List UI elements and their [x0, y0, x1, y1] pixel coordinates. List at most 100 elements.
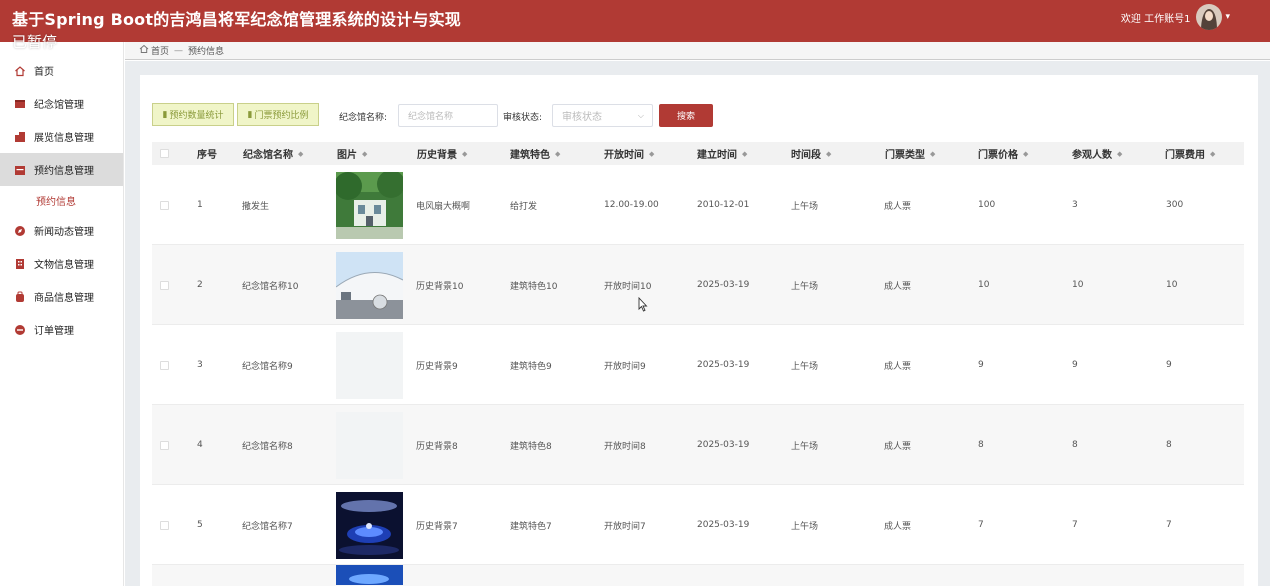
table-row[interactable]: 2 纪念馆名称10 历史背景10 建筑特色10 开放时间10 2025-03-19 上午场 成…	[152, 245, 1244, 325]
sidebar-item-memorial[interactable]: 纪念馆管理	[0, 87, 123, 120]
cell-fee: 7	[1166, 520, 1172, 530]
cell-arch: 建筑特色7	[510, 521, 552, 532]
row-checkbox[interactable]	[160, 405, 169, 485]
cell-arch: 建筑特色8	[510, 441, 552, 452]
sidebar-item-relics[interactable]: 文物信息管理	[0, 247, 123, 280]
paused-overlay-text: 已暂停	[12, 33, 58, 51]
sidebar-item-reservation[interactable]: 预约信息管理	[0, 153, 123, 186]
sidebar-item-news[interactable]: 新闻动态管理	[0, 214, 123, 247]
buildings-icon	[14, 131, 26, 143]
reservation-table: 序号 纪念馆名称 ◆ 图片 ◆ 历史背景 ◆ 建筑特色 ◆ 开放时间 ◆ 建立时间 ◆ 时间…	[152, 142, 1244, 586]
col-header-price[interactable]: 门票价格 ◆	[978, 142, 1028, 165]
cell-idx: 2	[197, 280, 203, 290]
chevron-down-icon[interactable]: ▾	[1225, 12, 1230, 22]
row-image	[336, 405, 403, 485]
sort-icon: ◆	[1117, 149, 1123, 158]
row-image	[336, 165, 403, 245]
cell-price: 100	[978, 200, 996, 210]
minus-circle-icon	[14, 324, 26, 336]
cell-name: 纪念馆名称9	[242, 361, 293, 372]
compass-icon	[14, 225, 26, 237]
cell-idx: 5	[197, 520, 203, 530]
col-header-name[interactable]: 纪念馆名称 ◆	[243, 142, 303, 165]
user-menu[interactable]: 欢迎 工作账号1 ▾	[1121, 2, 1230, 32]
cell-idx: 4	[197, 440, 203, 450]
search-button[interactable]: 搜索	[659, 104, 713, 127]
row-checkbox[interactable]	[160, 165, 169, 245]
calendar-card-icon	[14, 164, 26, 176]
ticket-ratio-button[interactable]: ▮ 门票预约比例	[237, 103, 319, 126]
cell-ticket_type: 成人票	[884, 201, 912, 212]
table-header: 序号 纪念馆名称 ◆ 图片 ◆ 历史背景 ◆ 建筑特色 ◆ 开放时间 ◆ 建立时间 ◆ 时间…	[152, 142, 1244, 165]
sidebar-item-label: 文物信息管理	[34, 260, 94, 271]
cell-history: 历史背景7	[416, 521, 458, 532]
user-avatar-icon[interactable]	[1196, 4, 1223, 30]
welcome-text: 欢迎 工作账号1	[1120, 13, 1191, 25]
sidebar-item-label: 首页	[34, 67, 54, 78]
cell-fee: 10	[1166, 280, 1178, 290]
status-select[interactable]: 审核状态 ⌵	[552, 104, 653, 127]
sort-icon: ◆	[298, 149, 304, 158]
sidebar-item-exhibition[interactable]: 展览信息管理	[0, 120, 123, 153]
status-label: 审核状态:	[503, 113, 543, 123]
cell-arch: 建筑特色10	[510, 281, 558, 292]
row-checkbox[interactable]	[160, 325, 169, 405]
cell-idx: 1	[197, 200, 203, 210]
sort-icon: ◆	[462, 149, 468, 158]
cell-visitors: 3	[1072, 200, 1078, 210]
cell-built: 2025-03-19	[697, 520, 750, 530]
table-row[interactable]: 3 纪念馆名称9 历史背景9 建筑特色9 开放时间9 2025-03-19 上午场 成人票 9 9…	[152, 325, 1244, 405]
table-row[interactable]: 5 纪念馆名称7 历史背景7 建筑特色7 开放时间7 2025-03-19 上午场 成人票 7 7…	[152, 485, 1244, 565]
sidebar-item-home[interactable]: 首页	[0, 54, 123, 87]
row-checkbox[interactable]	[160, 485, 169, 565]
sidebar-item-label: 新闻动态管理	[34, 227, 94, 238]
sort-icon: ◆	[362, 149, 368, 158]
sidebar-item-label: 预约信息管理	[34, 166, 94, 177]
cell-open: 开放时间10	[604, 281, 652, 292]
chevron-down-icon: ⌵	[637, 111, 644, 120]
col-header-built-time[interactable]: 建立时间 ◆	[697, 142, 747, 165]
bar-chart-icon: ▮	[247, 109, 253, 120]
table-row[interactable]: 4 纪念馆名称8 历史背景8 建筑特色8 开放时间8 2025-03-19 上午场 成人票 8 8…	[152, 405, 1244, 485]
col-header-ticket-type[interactable]: 门票类型 ◆	[885, 142, 935, 165]
sidebar-subitem-reservation-info[interactable]: 预约信息	[0, 186, 123, 214]
table-row[interactable]: 1 撒发生 电风扇大概啊 给打发 12.00-19.00 2010-12-01 上午场 成人票…	[152, 165, 1244, 245]
col-header-image[interactable]: 图片 ◆	[337, 142, 367, 165]
table-body: 1 撒发生 电风扇大概啊 给打发 12.00-19.00 2010-12-01 上午场 成人票…	[152, 165, 1244, 586]
table-row[interactable]	[152, 565, 1244, 586]
home-icon	[14, 65, 26, 77]
home-icon	[139, 44, 149, 57]
row-checkbox[interactable]	[160, 245, 169, 325]
bar-chart-icon: ▮	[162, 109, 168, 120]
cell-name: 纪念馆名称7	[242, 521, 293, 532]
cell-fee: 9	[1166, 360, 1172, 370]
cell-history: 历史背景9	[416, 361, 458, 372]
cell-visitors: 10	[1072, 280, 1084, 290]
cell-open: 12.00-19.00	[604, 200, 659, 210]
cell-ticket_type: 成人票	[884, 361, 912, 372]
breadcrumb-current: 预约信息	[188, 47, 225, 57]
col-header-history[interactable]: 历史背景 ◆	[417, 142, 467, 165]
select-all-checkbox[interactable]	[160, 142, 169, 165]
breadcrumb-home[interactable]: 首页	[151, 44, 169, 57]
sort-icon: ◆	[1210, 149, 1216, 158]
col-header-architecture[interactable]: 建筑特色 ◆	[510, 142, 560, 165]
sidebar-item-goods[interactable]: 商品信息管理	[0, 280, 123, 313]
sidebar-item-label: 订单管理	[34, 326, 74, 337]
col-header-visitors[interactable]: 参观人数 ◆	[1072, 142, 1122, 165]
cell-built: 2025-03-19	[697, 280, 750, 290]
sort-icon: ◆	[649, 149, 655, 158]
cell-period: 上午场	[791, 441, 819, 452]
cell-price: 7	[978, 520, 984, 530]
row-image	[336, 325, 403, 405]
col-header-period[interactable]: 时间段 ◆	[791, 142, 831, 165]
sidebar-item-orders[interactable]: 订单管理	[0, 313, 123, 346]
col-header-fee[interactable]: 门票费用 ◆	[1165, 142, 1215, 165]
tablet-icon	[14, 98, 26, 110]
col-header-index: 序号	[197, 150, 217, 161]
col-header-open-time[interactable]: 开放时间 ◆	[604, 142, 654, 165]
count-stats-button[interactable]: ▮ 预约数量统计	[152, 103, 234, 126]
row-image	[336, 245, 403, 325]
cell-built: 2010-12-01	[697, 200, 750, 210]
memorial-name-input[interactable]: 纪念馆名称	[398, 104, 498, 127]
